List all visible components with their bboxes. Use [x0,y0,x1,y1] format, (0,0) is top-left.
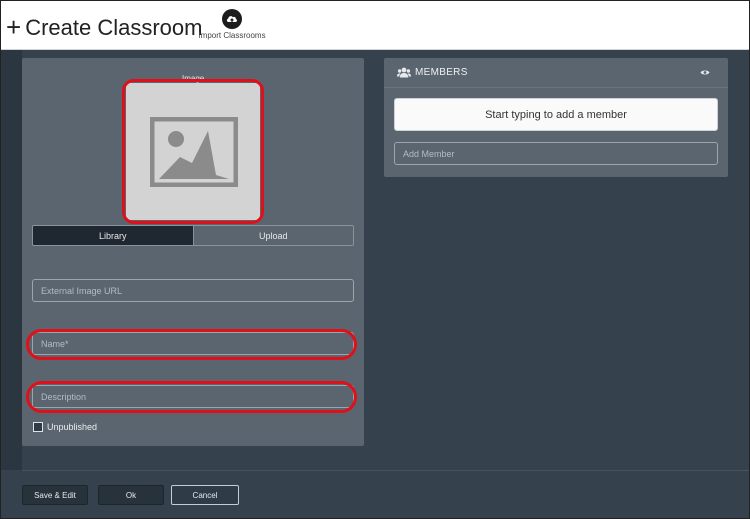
add-member-input[interactable] [394,142,718,165]
members-title: MEMBERS [415,67,468,78]
members-header: MEMBERS [384,58,728,88]
image-placeholder-icon [150,117,238,187]
unpublished-label: Unpublished [47,422,98,432]
image-source-tabs: Library Upload [32,225,354,246]
page-title-text: Create Classroom [25,15,203,40]
image-label: Image [182,74,205,83]
page-header: + Create Classroom Import Classrooms [0,0,750,50]
description-input[interactable] [32,385,354,408]
image-preview[interactable] [126,83,260,220]
import-classrooms-label: Import Classrooms [198,31,266,40]
cloud-upload-icon [222,9,242,29]
users-icon [397,67,411,78]
add-member-button[interactable]: Start typing to add a member [394,98,718,131]
eye-icon[interactable] [700,69,710,76]
unpublished-checkbox[interactable] [33,422,43,432]
classroom-details-panel: Image Library Upload Unpublished [22,58,364,446]
cancel-button[interactable]: Cancel [171,485,239,505]
ok-button[interactable]: Ok [98,485,164,505]
external-image-url-input[interactable] [32,279,354,302]
left-gutter [0,50,22,470]
tab-upload[interactable]: Upload [192,226,353,245]
members-panel: MEMBERS Start typing to add a member [384,58,728,177]
name-input[interactable] [32,332,354,355]
footer-divider [22,470,750,471]
page-title: + Create Classroom [6,11,202,42]
import-classrooms-button[interactable]: Import Classrooms [196,9,268,43]
plus-icon: + [6,12,22,42]
unpublished-row: Unpublished [33,422,97,432]
save-edit-button[interactable]: Save & Edit [22,485,88,505]
tab-library[interactable]: Library [33,226,193,245]
